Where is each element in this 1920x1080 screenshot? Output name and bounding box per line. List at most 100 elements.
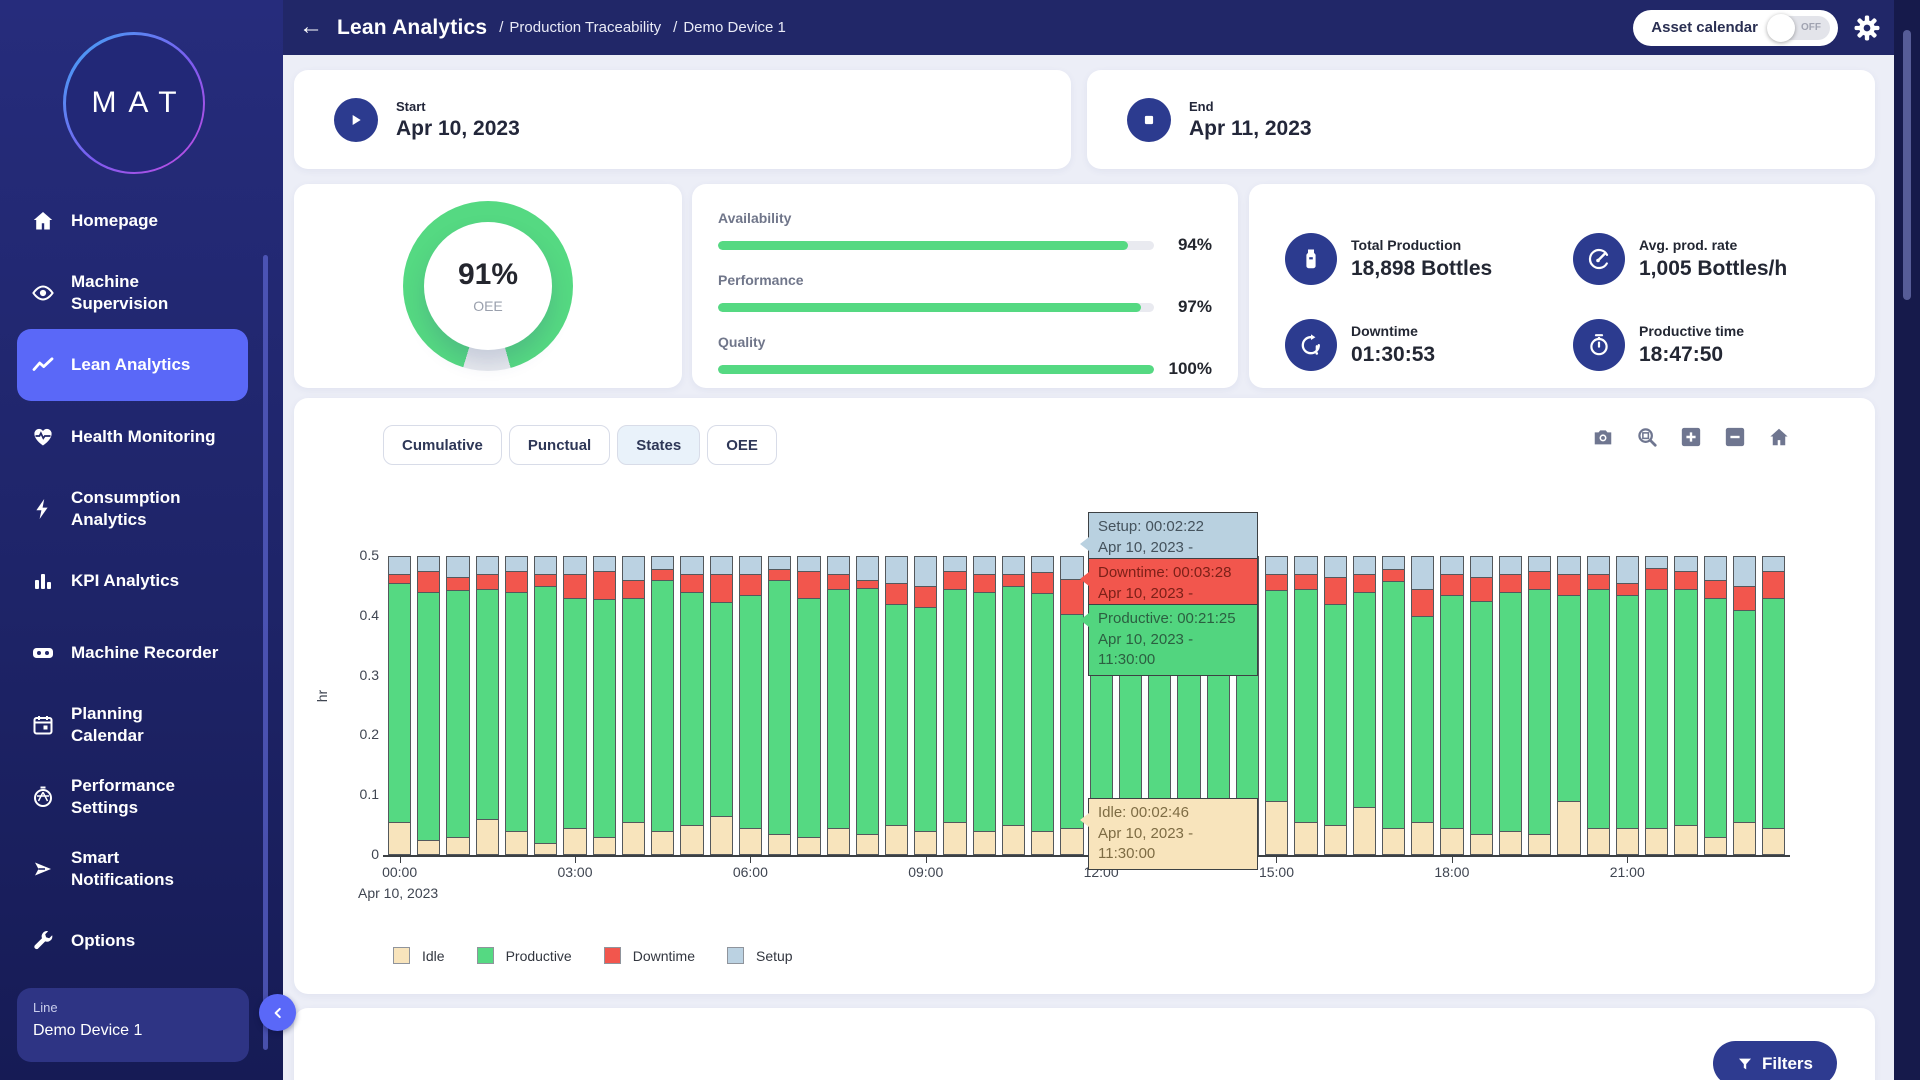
- bar-segment-downtime[interactable]: [1616, 583, 1639, 595]
- bar-segment-setup[interactable]: [388, 556, 411, 574]
- bar-segment-setup[interactable]: [1265, 556, 1288, 574]
- bar-segment-idle[interactable]: [827, 828, 850, 855]
- bar-segment-idle[interactable]: [1499, 831, 1522, 855]
- toggle-knob[interactable]: [1767, 14, 1795, 42]
- bar-segment-productive[interactable]: [1440, 595, 1463, 828]
- bar-segment-downtime[interactable]: [797, 571, 820, 598]
- sidebar-item-consumption-analytics[interactable]: ConsumptionAnalytics: [17, 473, 248, 545]
- asset-calendar-toggle[interactable]: OFF: [1768, 16, 1830, 40]
- bar-segment-downtime[interactable]: [1528, 571, 1551, 589]
- tab-punctual[interactable]: Punctual: [509, 425, 610, 465]
- tab-cumulative[interactable]: Cumulative: [383, 425, 502, 465]
- sidebar-item-machine-supervision[interactable]: MachineSupervision: [17, 257, 248, 329]
- bar-segment-setup[interactable]: [563, 556, 586, 574]
- bar-segment-setup[interactable]: [1674, 556, 1697, 571]
- bar-segment-setup[interactable]: [1440, 556, 1463, 574]
- bar-segment-downtime[interactable]: [680, 574, 703, 592]
- bar-segment-downtime[interactable]: [1704, 580, 1727, 598]
- stacked-bar[interactable]: [1294, 556, 1317, 855]
- bar-segment-productive[interactable]: [1382, 581, 1405, 828]
- bar-segment-setup[interactable]: [1499, 556, 1522, 574]
- sidebar-scrollbar[interactable]: [263, 255, 268, 1050]
- bar-segment-setup[interactable]: [534, 556, 557, 574]
- bar-segment-downtime[interactable]: [1353, 574, 1376, 592]
- bar-segment-productive[interactable]: [1616, 595, 1639, 828]
- bar-segment-downtime[interactable]: [1294, 574, 1317, 589]
- bar-segment-productive[interactable]: [534, 586, 557, 843]
- bar-segment-downtime[interactable]: [446, 577, 469, 590]
- bar-segment-idle[interactable]: [1762, 828, 1785, 855]
- bar-segment-productive[interactable]: [710, 602, 733, 816]
- bar-segment-productive[interactable]: [446, 590, 469, 837]
- bar-segment-downtime[interactable]: [1762, 571, 1785, 598]
- sidebar-item-lean-analytics[interactable]: Lean Analytics: [17, 329, 248, 401]
- bar-segment-idle[interactable]: [593, 837, 616, 855]
- stacked-bar[interactable]: [593, 556, 616, 855]
- bar-segment-productive[interactable]: [1733, 610, 1756, 822]
- bar-segment-setup[interactable]: [827, 556, 850, 574]
- asset-calendar-pill[interactable]: Asset calendar OFF: [1633, 10, 1838, 46]
- bar-segment-idle[interactable]: [1733, 822, 1756, 855]
- bar-segment-productive[interactable]: [885, 604, 908, 825]
- bar-segment-idle[interactable]: [1324, 825, 1347, 855]
- stacked-bar[interactable]: [680, 556, 703, 855]
- bar-segment-idle[interactable]: [1704, 837, 1727, 855]
- bar-segment-downtime[interactable]: [593, 571, 616, 599]
- bar-segment-productive[interactable]: [914, 607, 937, 831]
- bar-segment-idle[interactable]: [1440, 828, 1463, 855]
- bar-segment-downtime[interactable]: [1002, 574, 1025, 586]
- bar-segment-downtime[interactable]: [1411, 589, 1434, 616]
- bar-segment-productive[interactable]: [1411, 616, 1434, 822]
- bar-segment-idle[interactable]: [973, 831, 996, 855]
- sidebar-item-performance-settings[interactable]: PerformanceSettings: [17, 761, 248, 833]
- stacked-bar[interactable]: [1411, 556, 1434, 855]
- bar-segment-setup[interactable]: [1704, 556, 1727, 580]
- bar-segment-productive[interactable]: [1557, 595, 1580, 801]
- bar-segment-downtime[interactable]: [1587, 574, 1610, 589]
- stacked-bar[interactable]: [1382, 556, 1405, 855]
- reset-home-icon[interactable]: [1768, 426, 1790, 448]
- bar-segment-productive[interactable]: [943, 589, 966, 822]
- bar-segment-productive[interactable]: [1587, 589, 1610, 828]
- stacked-bar[interactable]: [1645, 556, 1668, 855]
- bar-segment-productive[interactable]: [739, 595, 762, 828]
- tab-oee[interactable]: OEE: [707, 425, 777, 465]
- bar-segment-setup[interactable]: [505, 556, 528, 571]
- bar-segment-downtime[interactable]: [943, 571, 966, 589]
- bar-segment-idle[interactable]: [1002, 825, 1025, 855]
- tab-states[interactable]: States: [617, 425, 700, 465]
- stacked-bar[interactable]: [739, 556, 762, 855]
- sidebar-item-smart-notifications[interactable]: SmartNotifications: [17, 833, 248, 905]
- bar-segment-downtime[interactable]: [1324, 577, 1347, 604]
- bar-segment-idle[interactable]: [739, 828, 762, 855]
- stacked-bar[interactable]: [563, 556, 586, 855]
- bar-segment-setup[interactable]: [943, 556, 966, 571]
- bar-segment-idle[interactable]: [1294, 822, 1317, 855]
- bar-segment-idle[interactable]: [680, 825, 703, 855]
- stacked-bar[interactable]: [1470, 556, 1493, 855]
- bar-segment-downtime[interactable]: [417, 571, 440, 592]
- stacked-bar[interactable]: [1557, 556, 1580, 855]
- breadcrumb-item[interactable]: Production Traceability: [509, 19, 661, 36]
- bar-segment-idle[interactable]: [1674, 825, 1697, 855]
- bar-segment-idle[interactable]: [914, 831, 937, 855]
- bar-segment-productive[interactable]: [1002, 586, 1025, 825]
- stacked-bar[interactable]: [973, 556, 996, 855]
- breadcrumb-item[interactable]: Demo Device 1: [683, 19, 786, 36]
- bar-segment-setup[interactable]: [1294, 556, 1317, 574]
- bar-segment-downtime[interactable]: [1265, 574, 1288, 590]
- stacked-bar[interactable]: [1265, 556, 1288, 855]
- bar-segment-idle[interactable]: [768, 834, 791, 855]
- sidebar-item-health-monitoring[interactable]: Health Monitoring: [17, 401, 248, 473]
- bar-segment-downtime[interactable]: [1031, 572, 1054, 593]
- zoom-in-icon[interactable]: [1680, 426, 1702, 448]
- bar-segment-downtime[interactable]: [1674, 571, 1697, 589]
- bar-segment-idle[interactable]: [1616, 828, 1639, 855]
- page-scrollbar[interactable]: [1894, 0, 1920, 1080]
- bar-segment-setup[interactable]: [622, 556, 645, 580]
- bar-segment-setup[interactable]: [651, 556, 674, 569]
- bar-segment-idle[interactable]: [622, 822, 645, 855]
- bar-segment-setup[interactable]: [973, 556, 996, 574]
- bar-segment-productive[interactable]: [1324, 604, 1347, 825]
- legend-item-idle[interactable]: Idle: [393, 947, 445, 964]
